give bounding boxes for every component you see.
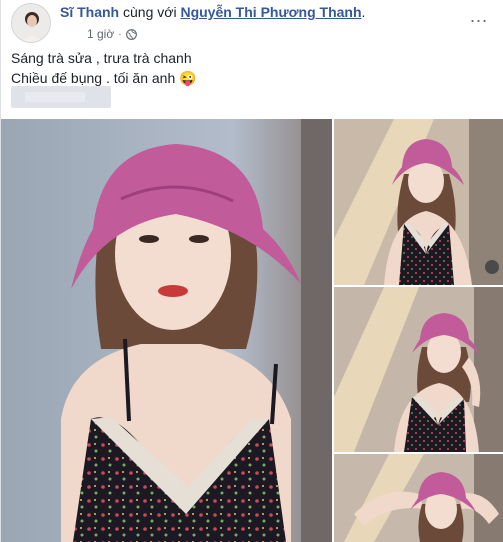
emoji-tongue: 😜 <box>179 70 197 86</box>
photo-main[interactable] <box>1 119 332 542</box>
photo-thumb-2[interactable] <box>334 287 503 452</box>
photo-thumb-3-image <box>334 454 503 542</box>
author-name-link[interactable]: Sĩ Thanh <box>60 4 119 20</box>
caption-line-1: Sáng trà sửa , trưa trà chanh <box>11 50 192 66</box>
meta-separator: · <box>118 28 122 40</box>
post-caption: Sáng trà sửa , trưa trà chanh Chiều đế b… <box>11 48 197 88</box>
avatar-image <box>12 4 50 42</box>
tagged-user-link[interactable]: Nguyễn Thi Phương Thanh <box>180 4 361 20</box>
post-header-line: Sĩ Thanh cùng với Nguyễn Thi Phương Than… <box>60 4 365 20</box>
more-options-button[interactable]: ... <box>470 6 488 27</box>
with-text: cùng với <box>119 4 181 20</box>
photo-thumb-1-image <box>334 119 503 285</box>
tagged-suffix: . <box>361 4 366 20</box>
post-timestamp[interactable]: 1 giờ <box>87 27 114 41</box>
post-meta: 1 giờ · <box>87 27 137 41</box>
blurred-text-area <box>11 86 111 108</box>
author-avatar[interactable] <box>11 3 51 43</box>
feed-post: Sĩ Thanh cùng với Nguyễn Thi Phương Than… <box>0 0 503 542</box>
globe-icon[interactable] <box>125 28 137 40</box>
photo-main-image <box>1 119 332 542</box>
caption-line-2: Chiều đế bụng . tối ăn anh 😜 <box>11 70 197 86</box>
photo-thumb-2-image <box>334 287 503 452</box>
photo-thumb-1[interactable] <box>334 119 503 285</box>
photo-thumb-3[interactable] <box>334 454 503 542</box>
